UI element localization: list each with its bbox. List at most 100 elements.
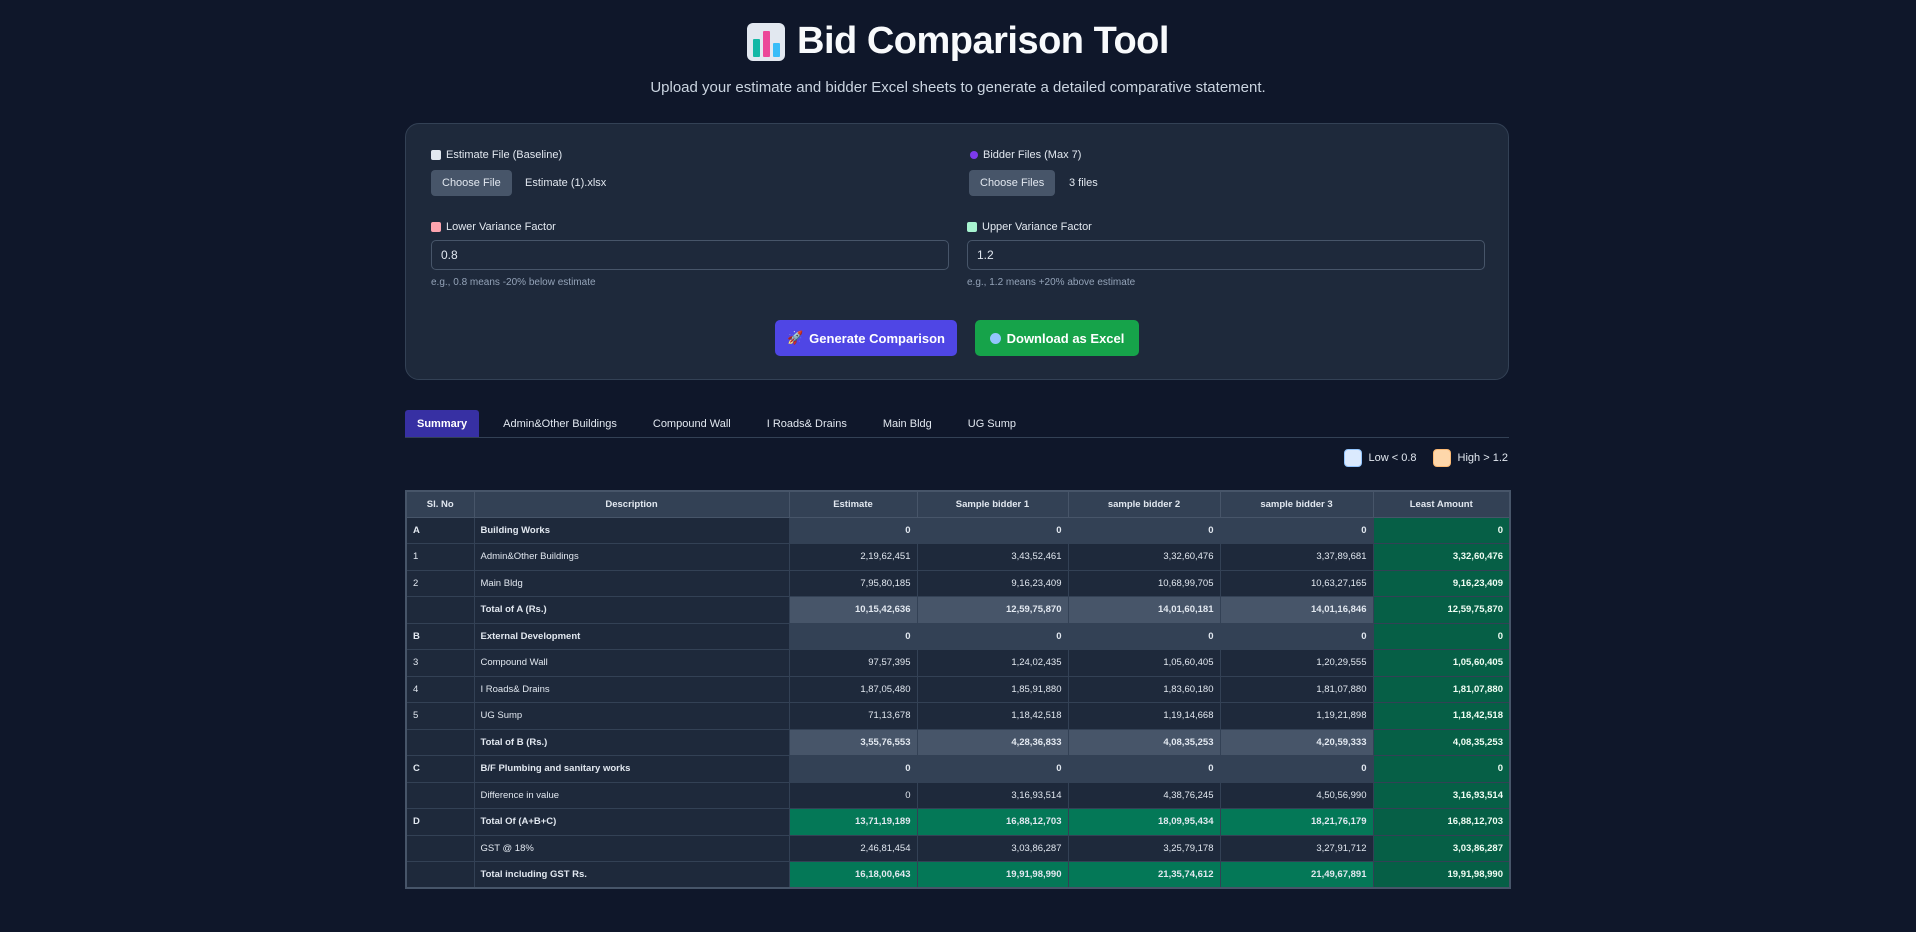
bidder-cell: 3,03,86,287 [916, 834, 1069, 862]
bidder-cell: 1,83,60,180 [1067, 675, 1221, 703]
sl-no-cell: B [405, 622, 475, 650]
estimate-cell: 7,95,80,185 [788, 569, 918, 597]
column-header: Estimate [788, 490, 918, 518]
tab-admin-other-buildings[interactable]: Admin&Other Buildings [491, 410, 629, 437]
choose-bidder-files-button[interactable]: Choose Files [969, 170, 1056, 196]
bidder-cell: 3,27,91,712 [1219, 834, 1374, 862]
bidder-cell: 9,16,23,409 [916, 569, 1069, 597]
least-amount-cell: 0 [1372, 755, 1511, 783]
description-cell: External Development [473, 622, 790, 650]
estimate-cell: 1,87,05,480 [788, 675, 918, 703]
lower-variance-label-text: Lower Variance Factor [446, 221, 556, 233]
estimate-cell: 71,13,678 [788, 702, 918, 730]
generate-comparison-button[interactable]: 🚀 Generate Comparison [775, 320, 957, 356]
rocket-icon: 🚀 [786, 330, 804, 345]
column-header: sample bidder 3 [1219, 490, 1374, 518]
bidder-cell: 3,43,52,461 [916, 543, 1069, 571]
bidder-cell: 21,35,74,612 [1067, 861, 1221, 889]
tab-main-bldg[interactable]: Main Bldg [871, 410, 944, 437]
sl-no-cell [405, 834, 475, 862]
comparison-table: Sl. No Description Estimate Sample bidde… [405, 490, 1511, 889]
description-cell: I Roads& Drains [473, 675, 790, 703]
download-excel-button[interactable]: Download as Excel [975, 320, 1139, 356]
choose-estimate-file-button[interactable]: Choose File [431, 170, 512, 196]
table-row: C B/F Plumbing and sanitary works 0 0 0 0 0 [405, 755, 1511, 783]
chart-down-icon [431, 222, 441, 232]
estimate-cell: 3,55,76,553 [788, 728, 918, 756]
upload-panel: Estimate File (Baseline) Choose File Est… [405, 123, 1509, 380]
description-cell: GST @ 18% [473, 834, 790, 862]
least-amount-cell: 3,32,60,476 [1372, 543, 1511, 571]
generate-comparison-label: Generate Comparison [809, 330, 945, 346]
estimate-file-label: Estimate File (Baseline) [431, 149, 562, 161]
bidder-files-count: 3 files [1069, 177, 1098, 189]
bidder-cell: 1,24,02,435 [916, 649, 1069, 677]
high-swatch [1432, 449, 1451, 467]
upper-variance-label: Upper Variance Factor [967, 221, 1092, 233]
upper-variance-input[interactable] [967, 240, 1485, 270]
tab-summary[interactable]: Summary [405, 410, 480, 437]
column-header: Description [473, 490, 790, 518]
page-title: Bid Comparison Tool [747, 20, 1169, 63]
bidder-cell: 0 [1219, 755, 1374, 783]
sl-no-cell: 3 [405, 649, 475, 677]
bidder-cell: 1,85,91,880 [916, 675, 1069, 703]
page-title-text: Bid Comparison Tool [797, 20, 1169, 62]
bidder-cell: 4,20,59,333 [1219, 728, 1374, 756]
sl-no-cell [405, 728, 475, 756]
bidder-files-label-text: Bidder Files (Max 7) [983, 149, 1082, 161]
bidder-cell: 18,09,95,434 [1067, 808, 1221, 836]
tab-ug-sump[interactable]: UG Sump [956, 410, 1028, 437]
sl-no-cell [405, 596, 475, 624]
least-amount-cell: 12,59,75,870 [1372, 596, 1511, 624]
least-amount-cell: 0 [1372, 622, 1511, 650]
bidder-cell: 14,01,16,846 [1219, 596, 1374, 624]
least-amount-cell: 1,18,42,518 [1372, 702, 1511, 730]
estimate-cell: 13,71,19,189 [788, 808, 918, 836]
document-icon [431, 150, 441, 160]
least-amount-cell: 4,08,35,253 [1372, 728, 1511, 756]
chart-up-icon [967, 222, 977, 232]
table-row: 1 Admin&Other Buildings 2,19,62,451 3,43,52… [405, 543, 1511, 571]
bidder-cell: 1,19,14,668 [1067, 702, 1221, 730]
bidder-files-label: Bidder Files (Max 7) [970, 149, 1081, 161]
column-header: Least Amount [1372, 490, 1511, 518]
bidder-cell: 1,20,29,555 [1219, 649, 1374, 677]
bidder-cell: 1,18,42,518 [916, 702, 1069, 730]
table-body: A Building Works 0 0 0 0 0 1 Admin&Other Buildin… [405, 516, 1511, 889]
table-row: GST @ 18% 2,46,81,454 3,03,86,287 3,25,79,1… [405, 834, 1511, 862]
bidder-cell: 4,50,56,990 [1219, 781, 1374, 809]
least-amount-cell: 3,16,93,514 [1372, 781, 1511, 809]
column-header: Sl. No [405, 490, 475, 518]
least-amount-cell: 1,05,60,405 [1372, 649, 1511, 677]
table-row: 5 UG Sump 71,13,678 1,18,42,518 1,19,14,668 1… [405, 702, 1511, 730]
estimate-file-name: Estimate (1).xlsx [525, 177, 607, 189]
description-cell: Compound Wall [473, 649, 790, 677]
variance-legend: Low < 0.8 High > 1.2 [1343, 449, 1508, 467]
table-header-row: Sl. No Description Estimate Sample bidde… [405, 490, 1511, 518]
table-row: 3 Compound Wall 97,57,395 1,24,02,435 1,05,6… [405, 649, 1511, 677]
lower-variance-input[interactable] [431, 240, 949, 270]
legend-low-label: Low < 0.8 [1368, 452, 1417, 464]
estimate-cell: 2,46,81,454 [788, 834, 918, 862]
sl-no-cell: A [405, 516, 475, 544]
sl-no-cell: C [405, 755, 475, 783]
bidder-cell: 0 [1067, 516, 1221, 544]
bidder-cell: 4,08,35,253 [1067, 728, 1221, 756]
legend-low: Low < 0.8 [1343, 449, 1417, 467]
tab-compound-wall[interactable]: Compound Wall [641, 410, 743, 437]
table-row: Total of A (Rs.) 10,15,42,636 12,59,75,870… [405, 596, 1511, 624]
lower-variance-label: Lower Variance Factor [431, 221, 556, 233]
low-swatch [1343, 449, 1362, 467]
bidder-cell: 16,88,12,703 [916, 808, 1069, 836]
lower-variance-hint: e.g., 0.8 means -20% below estimate [431, 277, 596, 288]
sl-no-cell [405, 861, 475, 889]
sl-no-cell [405, 781, 475, 809]
sl-no-cell: 2 [405, 569, 475, 597]
people-icon [970, 151, 978, 159]
bidder-cell: 3,25,79,178 [1067, 834, 1221, 862]
bidder-cell: 0 [916, 622, 1069, 650]
description-cell: B/F Plumbing and sanitary works [473, 755, 790, 783]
upper-variance-label-text: Upper Variance Factor [982, 221, 1092, 233]
tab-roads-drains[interactable]: I Roads& Drains [755, 410, 859, 437]
